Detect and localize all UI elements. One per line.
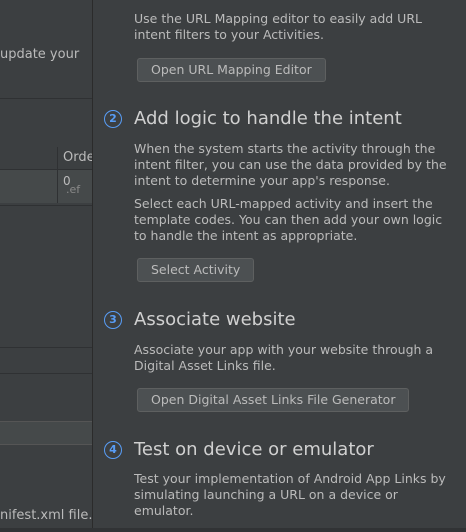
bottom-scroll-edge (0, 528, 466, 532)
open-url-mapping-editor-button[interactable]: Open URL Mapping Editor (137, 58, 326, 82)
step-3-description: Associate your app with your website thr… (134, 342, 434, 373)
background-table: Orde 0 .ef (0, 147, 92, 203)
step-4-title: Test on device or emulator (134, 439, 374, 460)
step-2-title: Add logic to handle the intent (134, 108, 402, 129)
app-links-assistant: Use the URL Mapping editor to easily add… (93, 0, 466, 532)
url-mapping-description: Use the URL Mapping editor to easily add… (134, 11, 422, 42)
panel-separator (0, 347, 92, 348)
select-activity-button[interactable]: Select Activity (137, 258, 255, 282)
step-4-description: Test your implementation of Android App … (134, 471, 446, 518)
update-text-fragment: update your (0, 47, 80, 62)
step-2-instruction: Select each URL-mapped activity and inse… (134, 196, 443, 243)
open-digital-asset-links-generator-button[interactable]: Open Digital Asset Links File Generator (137, 388, 410, 412)
manifest-text-fragment: nifest.xml file. (0, 508, 92, 523)
order-column-header[interactable]: Orde (63, 150, 92, 165)
background-field[interactable] (0, 421, 92, 445)
table-header: Orde (0, 147, 92, 170)
step-3-title: Associate website (134, 309, 296, 330)
column-separator (57, 147, 58, 203)
panel-separator (0, 205, 92, 206)
step-4-number-icon: 4 (104, 441, 122, 459)
cell-fragment: .ef (66, 183, 81, 196)
panel-separator (0, 373, 92, 374)
step-2-description: When the system starts the activity thro… (134, 141, 447, 188)
panel-separator (0, 98, 92, 99)
background-editor-panel: update your Orde 0 .ef nifest.xml file. (0, 0, 92, 532)
step-3-number-icon: 3 (104, 311, 122, 329)
step-2-number-icon: 2 (104, 110, 122, 128)
